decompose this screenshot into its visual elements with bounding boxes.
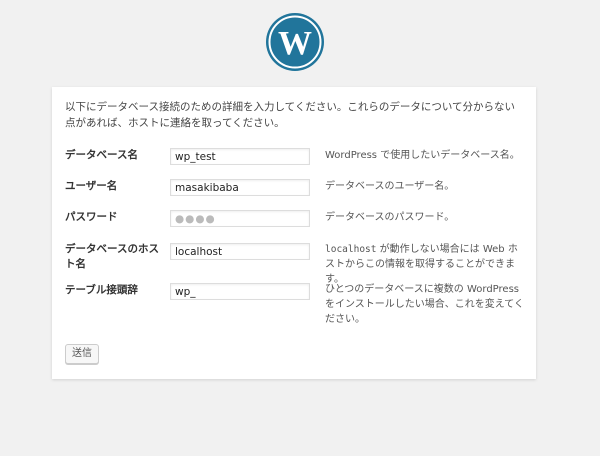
username-label: ユーザー名: [65, 180, 118, 192]
wordpress-logo-icon: W: [266, 13, 324, 71]
db-name-input[interactable]: wp_test: [170, 148, 310, 165]
db-host-input[interactable]: localhost: [170, 243, 310, 260]
username-desc: データベースのユーザー名。: [325, 181, 455, 192]
db-name-label: データベース名: [65, 149, 138, 161]
password-desc: データベースのパスワード。: [325, 212, 455, 223]
table-prefix-desc: ひとつのデータベースに複数の WordPress をインストールしたい場合、これ…: [325, 284, 524, 325]
table-prefix-input[interactable]: wp_: [170, 283, 310, 300]
svg-text:W: W: [278, 25, 312, 62]
submit-button[interactable]: 送信: [65, 344, 99, 364]
password-input[interactable]: ●●●●: [170, 210, 310, 227]
db-host-label: データベースのホスト名: [65, 243, 159, 270]
table-prefix-label: テーブル接頭辞: [65, 284, 138, 296]
wordpress-logo: W: [266, 13, 324, 71]
db-host-desc-code: localhost: [325, 244, 377, 255]
db-name-desc: WordPress で使用したいデータベース名。: [325, 150, 520, 161]
username-input[interactable]: masakibaba: [170, 179, 310, 196]
intro-text: 以下にデータベース接続のための詳細を入力してください。これらのデータについて分か…: [65, 101, 516, 129]
password-label: パスワード: [65, 211, 118, 223]
setup-config-form: 以下にデータベース接続のための詳細を入力してください。これらのデータについて分か…: [52, 87, 536, 379]
db-host-desc: localhost が動作しない場合には Web ホストからこの情報を取得するこ…: [325, 242, 525, 287]
